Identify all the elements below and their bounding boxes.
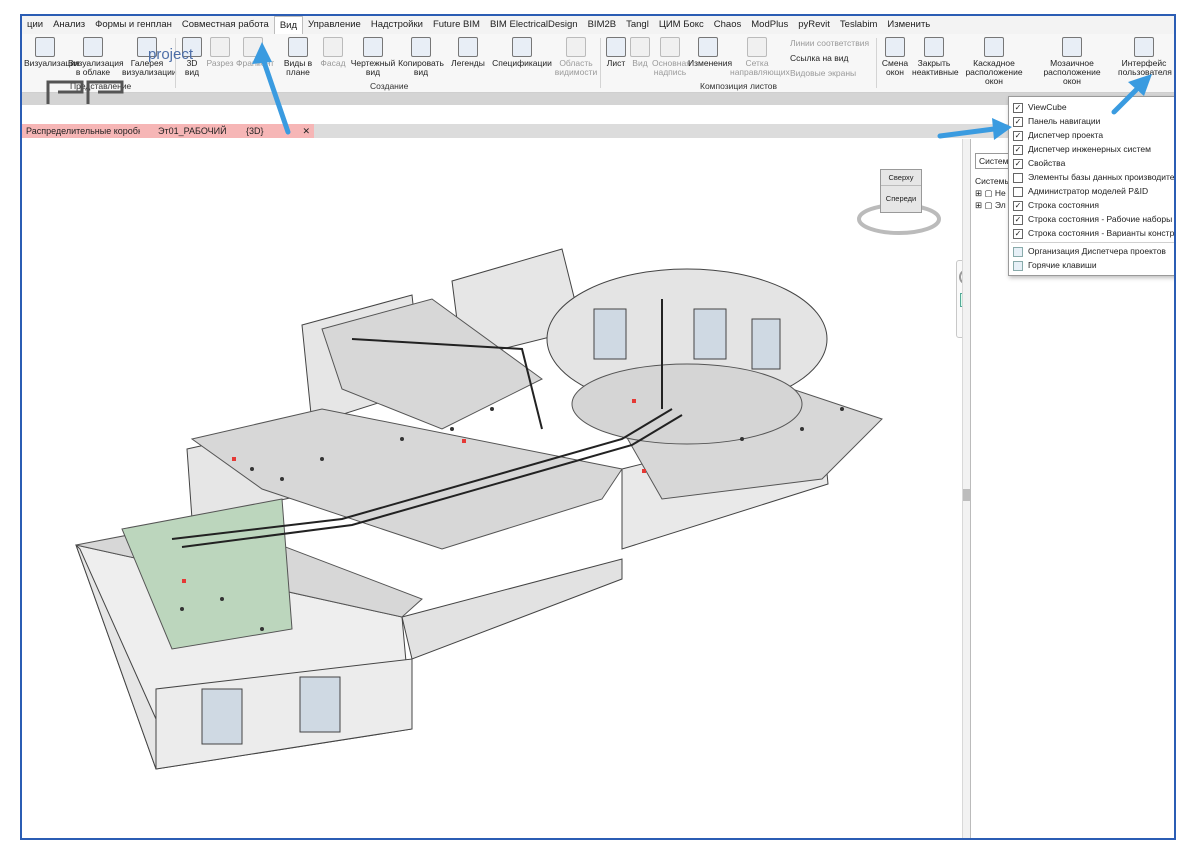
revit-window: ции Анализ Формы и генплан Совместная работ… <box>20 14 1176 840</box>
annotation-arrows <box>252 42 1152 140</box>
